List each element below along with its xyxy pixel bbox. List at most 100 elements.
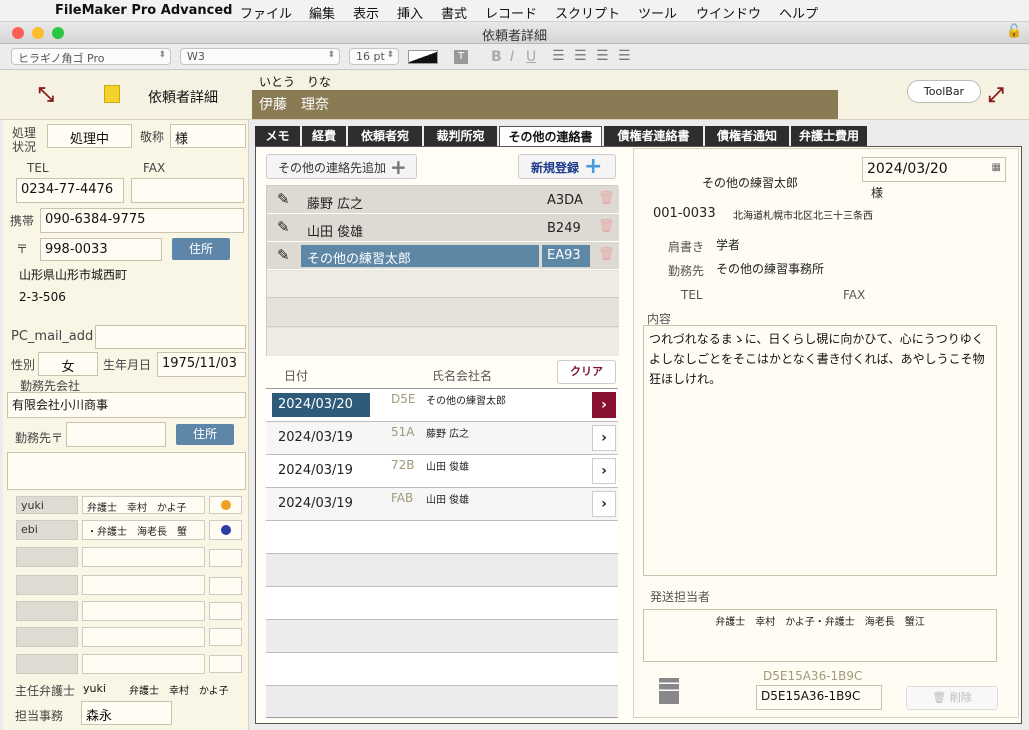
app-name-menu[interactable]: FileMaker Pro Advanced (55, 3, 232, 18)
table-row[interactable]: 2024/03/19 51A 藤野 広之 › (266, 422, 618, 455)
align-justify-icon[interactable]: ☰ (618, 48, 631, 64)
lead-lawyer-name[interactable]: 弁護士 幸村 かよ子 (129, 682, 229, 697)
tab-other-letters[interactable]: その他の連絡書 (499, 126, 602, 146)
staff-name-cell[interactable] (82, 575, 205, 595)
toolbar-toggle-button[interactable]: ToolBar (907, 80, 981, 103)
delete-button[interactable]: 🗑 削除 (906, 686, 998, 710)
table-row[interactable] (266, 653, 618, 686)
underline-button[interactable]: U (526, 49, 536, 65)
staff-color-cell[interactable] (209, 549, 242, 567)
mobile-field[interactable]: 090-6384-9775 (40, 208, 244, 233)
birthday-field[interactable]: 1975/11/03 (157, 352, 246, 377)
list-item[interactable] (267, 328, 619, 356)
menu-format[interactable]: 書式 (441, 3, 467, 22)
clear-button[interactable]: クリア (557, 360, 616, 384)
company-address-button[interactable]: 住所 (176, 424, 234, 445)
company-field[interactable]: 有限会社小川商事 (7, 392, 246, 418)
office-field[interactable]: 森永 (81, 701, 172, 725)
address-line2[interactable]: 2-3-506 (19, 290, 66, 304)
tab-lawyer-fees[interactable]: 弁護士費用 (791, 126, 867, 146)
staff-name-cell[interactable] (82, 627, 205, 647)
add-contact-button[interactable]: その他の連絡先追加 + (266, 154, 417, 179)
table-row[interactable] (266, 686, 618, 717)
open-record-chevron-icon[interactable]: › (592, 425, 616, 451)
font-family-select[interactable]: ヒラギノ角ゴ Pro ⬍ (11, 48, 171, 65)
tab-to-client[interactable]: 依頼者宛 (348, 126, 422, 146)
list-item[interactable]: ✎ その他の練習太郎 EA93 🗑 (267, 242, 619, 270)
company-address-field[interactable] (7, 452, 246, 490)
lock-icon[interactable]: 🔓 (1006, 24, 1022, 39)
staff-name-cell[interactable]: 弁護士 幸村 かよ子 (82, 496, 205, 514)
open-record-chevron-icon[interactable]: › (592, 491, 616, 517)
pencil-icon[interactable]: ✎ (277, 246, 290, 264)
zip-field[interactable]: 998-0033 (40, 238, 162, 261)
status-field[interactable]: 処理中 (47, 124, 132, 148)
staff-color-cell[interactable] (209, 577, 242, 595)
staff-user-cell[interactable] (16, 547, 78, 567)
tab-creditor-letters[interactable]: 債権者連絡書 (604, 126, 703, 146)
italic-button[interactable]: I (510, 49, 514, 65)
trash-icon[interactable]: 🗑 (598, 247, 615, 262)
bold-button[interactable]: B (491, 49, 502, 65)
open-record-chevron-icon[interactable]: › (592, 458, 616, 484)
staff-name-cell[interactable] (82, 601, 205, 621)
staff-user-cell[interactable] (16, 627, 78, 647)
expand-icon[interactable]: ⤢ (988, 82, 1004, 106)
menu-scripts[interactable]: スクリプト (555, 3, 620, 22)
staff-user-cell[interactable] (16, 601, 78, 621)
align-right-icon[interactable]: ☰ (596, 48, 609, 64)
address-line1[interactable]: 山形県山形市城西町 (19, 266, 127, 283)
gender-field[interactable]: 女 (38, 352, 98, 376)
recipient-zip[interactable]: 001-0033 (653, 206, 716, 221)
collapse-icon[interactable]: ⤡ (38, 82, 54, 106)
honorific-field[interactable]: 様 (170, 124, 246, 148)
tab-creditor-notice[interactable]: 債権者通知 (705, 126, 789, 146)
list-item[interactable]: ✎ 藤野 広之 A3DA 🗑 (267, 186, 619, 214)
content-textarea[interactable]: つれづれなるまゝに、日くらし硯に向かひて、心にうつりゆくよしなしごとをそこはかと… (643, 325, 997, 576)
menu-view[interactable]: 表示 (353, 3, 379, 22)
recipient-honorific[interactable]: 様 (871, 184, 883, 201)
print-icon[interactable] (659, 678, 679, 704)
menu-file[interactable]: ファイル (240, 3, 292, 22)
title-value[interactable]: 学者 (716, 236, 740, 253)
staff-color-cell[interactable] (209, 628, 242, 646)
staff-user-cell[interactable] (16, 575, 78, 595)
table-row[interactable]: 2024/03/20 D5E その他の練習太郎 › (266, 389, 618, 422)
trash-icon[interactable]: 🗑 (598, 219, 615, 234)
table-row[interactable] (266, 587, 618, 620)
open-record-chevron-icon[interactable]: › (592, 392, 616, 418)
align-center-icon[interactable]: ☰ (574, 48, 587, 64)
list-item[interactable] (267, 271, 619, 298)
recipient-name[interactable]: その他の練習太郎 (702, 174, 798, 191)
note-icon[interactable] (104, 85, 120, 103)
list-item[interactable]: ✎ 山田 俊雄 B249 🗑 (267, 214, 619, 242)
menu-edit[interactable]: 編集 (309, 3, 335, 22)
recipient-address[interactable]: 北海道札幌市北区北三十三条西 (733, 207, 873, 222)
workplace-value[interactable]: その他の練習事務所 (716, 260, 824, 277)
staff-name-cell[interactable]: ・弁護士 海老長 蟹 (82, 520, 205, 540)
staff-user-cell[interactable]: ebi (16, 520, 78, 540)
sender-field[interactable]: 弁護士 幸村 かよ子・弁護士 海老長 蟹江 (643, 609, 997, 662)
menu-help[interactable]: ヘルプ (779, 3, 818, 22)
font-weight-select[interactable]: W3 ⬍ (180, 48, 340, 65)
record-id-field[interactable]: D5E15A36-1B9C (756, 685, 882, 710)
staff-color-cell[interactable] (209, 496, 242, 514)
lead-lawyer-user[interactable]: yuki (83, 682, 106, 695)
staff-name-cell[interactable] (82, 547, 205, 567)
text-style-icon[interactable]: T (454, 50, 468, 64)
name-field-bg[interactable]: 伊藤 理奈 (252, 90, 838, 119)
staff-user-cell[interactable]: yuki (16, 496, 78, 514)
fax-field[interactable] (131, 178, 244, 203)
company-zip-field[interactable] (66, 422, 166, 447)
tab-memo[interactable]: メモ (255, 126, 300, 146)
align-left-icon[interactable]: ☰ (552, 48, 565, 64)
text-color-swatch[interactable] (408, 50, 438, 64)
staff-user-cell[interactable] (16, 654, 78, 674)
tab-expenses[interactable]: 経費 (302, 126, 346, 146)
table-row[interactable] (266, 620, 618, 653)
staff-color-cell[interactable] (209, 655, 242, 673)
pencil-icon[interactable]: ✎ (277, 218, 290, 236)
new-register-button[interactable]: 新規登録 + (518, 154, 616, 179)
menu-records[interactable]: レコード (485, 3, 537, 22)
staff-color-cell[interactable] (209, 602, 242, 620)
